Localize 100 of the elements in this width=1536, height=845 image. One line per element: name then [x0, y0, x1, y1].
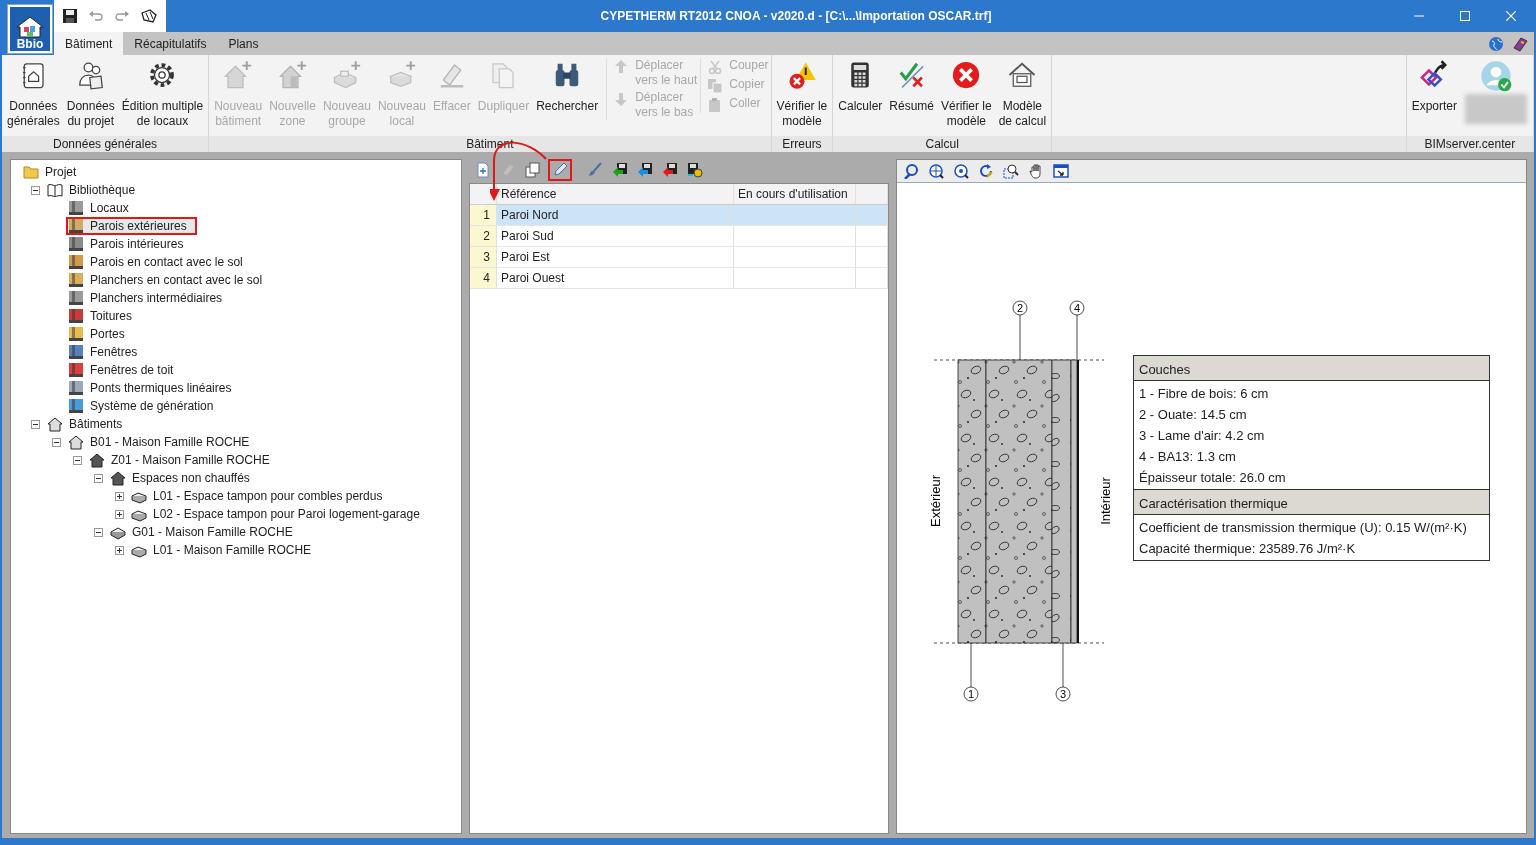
- tree-item[interactable]: G01 - Maison Famille ROCHE: [108, 523, 303, 541]
- tree-item[interactable]: L01 - Maison Famille ROCHE: [129, 541, 322, 559]
- ribbon-button[interactable]: Rechercher: [533, 58, 602, 114]
- table-row[interactable]: 3 Paroi Est: [470, 247, 888, 268]
- tree-item[interactable]: Planchers intermédiaires: [66, 289, 233, 307]
- zoom-extents-icon: [928, 163, 944, 179]
- tree-item[interactable]: Fenêtres de toit: [66, 361, 184, 379]
- ribbon-tab[interactable]: Plans: [217, 32, 270, 55]
- tree-item[interactable]: Toitures: [66, 307, 143, 325]
- ribbon-button[interactable]: Données générales: [4, 58, 63, 129]
- collapse-icon[interactable]: [31, 419, 40, 429]
- collapse-icon[interactable]: [94, 527, 103, 537]
- house-icon: [1007, 60, 1038, 90]
- table-row[interactable]: 2 Paroi Sud: [470, 226, 888, 247]
- window-icon: [1053, 163, 1069, 179]
- floppy-gear-button[interactable]: [685, 160, 705, 180]
- duplicate-button[interactable]: [523, 160, 543, 180]
- tree-item[interactable]: Portes: [66, 325, 135, 343]
- tree-item[interactable]: L01 - Espace tampon pour combles perdus: [129, 487, 393, 505]
- house-icon: [15, 16, 45, 38]
- collapse-icon[interactable]: [52, 437, 61, 447]
- ribbon-button[interactable]: Modèle de calcul: [995, 58, 1050, 129]
- ribbon-button[interactable]: Vérifier le modèle: [938, 58, 995, 129]
- pencil-icon: [552, 162, 568, 178]
- tree-item[interactable]: Bibliothèque: [45, 181, 146, 199]
- category-icon: [68, 308, 84, 324]
- copy-icon: [707, 78, 724, 94]
- tree-item[interactable]: Planchers en contact avec le sol: [66, 271, 273, 289]
- row-number: 3: [470, 247, 497, 267]
- ribbon-button[interactable]: Résumé: [886, 58, 937, 114]
- category-icon: [68, 236, 84, 252]
- column-header[interactable]: Référence: [497, 184, 734, 204]
- tree-item[interactable]: L02 - Espace tampon pour Paroi logement-garage: [129, 505, 430, 523]
- book-icon[interactable]: [1512, 35, 1528, 52]
- ribbon-button[interactable]: Exporter: [1408, 58, 1460, 114]
- tree-item[interactable]: Bâtiments: [45, 415, 133, 433]
- ribbon-tab[interactable]: Récapitulatifs: [123, 32, 218, 55]
- brush-icon: [587, 162, 603, 178]
- collapse-icon[interactable]: [73, 455, 82, 465]
- category-icon: [68, 272, 84, 288]
- callout-number: 1: [967, 688, 975, 700]
- tree-item[interactable]: B01 - Maison Famille ROCHE: [66, 433, 260, 451]
- tree-item[interactable]: Ponts thermiques linéaires: [66, 379, 242, 397]
- legend-line: Épaisseur totale: 26.0 cm: [1139, 469, 1287, 487]
- expand-icon[interactable]: [115, 491, 124, 501]
- table-cell: Paroi Est: [497, 247, 734, 267]
- ribbon-tab[interactable]: Bâtiment: [54, 32, 124, 55]
- callout-number: 4: [1073, 302, 1081, 314]
- tree-item[interactable]: Système de génération: [66, 397, 224, 415]
- tree-item[interactable]: Parois en contact avec le sol: [66, 253, 253, 271]
- exterior-label: Extérieur: [928, 475, 943, 527]
- tree-item[interactable]: Parois extérieures: [66, 217, 197, 235]
- up-arrow-icon: [613, 59, 630, 75]
- column-header[interactable]: En cours d'utilisation: [734, 184, 856, 204]
- app-logo[interactable]: Bbio: [8, 5, 52, 53]
- legend-line: 1 - Fibre de bois: 6 cm: [1139, 385, 1270, 403]
- ribbon-button[interactable]: Édition multiple de locaux: [118, 58, 207, 129]
- expand-icon[interactable]: [115, 545, 124, 555]
- table-row[interactable]: 4 Paroi Ouest: [470, 268, 888, 289]
- category-icon: [68, 380, 84, 396]
- category-icon: [68, 290, 84, 306]
- zoom-extents-button[interactable]: [926, 161, 946, 181]
- callout-leader: [963, 642, 979, 702]
- pencil-button[interactable]: [548, 159, 572, 181]
- redo-icon[interactable]: [114, 8, 130, 24]
- tree-item[interactable]: Espaces non chauffés: [108, 469, 260, 487]
- window-button[interactable]: [1051, 161, 1071, 181]
- collapse-icon[interactable]: [31, 185, 40, 195]
- save-icon[interactable]: [62, 8, 78, 24]
- zoom-window-button[interactable]: [1001, 161, 1021, 181]
- zoom-button[interactable]: [951, 161, 971, 181]
- category-icon: [68, 254, 84, 270]
- floppy-gear-icon: [687, 162, 703, 178]
- user-avatar-icon[interactable]: [1480, 60, 1512, 92]
- undo-icon[interactable]: [88, 8, 104, 24]
- category-icon: [68, 398, 84, 414]
- ribbon-button[interactable]: Vérifier le modèle: [773, 58, 831, 129]
- collapse-icon[interactable]: [94, 473, 103, 483]
- expand-icon[interactable]: [115, 509, 124, 519]
- tree-item[interactable]: Z01 - Maison Famille ROCHE: [87, 451, 280, 469]
- close-icon: [1506, 11, 1516, 21]
- house-plus-icon: [277, 60, 308, 90]
- book-icon: [47, 183, 63, 197]
- tree-item[interactable]: Fenêtres: [66, 343, 148, 361]
- house-icon: [47, 416, 63, 432]
- ribbon-button[interactable]: Calculer: [835, 58, 886, 114]
- legend-line: 4 - BA13: 1.3 cm: [1139, 448, 1237, 466]
- ribbon-button[interactable]: Données du projet: [63, 58, 118, 129]
- ribbon-group-label: BIMserver.center: [1406, 136, 1533, 152]
- folder-icon: [23, 165, 39, 179]
- tool-icon[interactable]: [140, 8, 158, 24]
- duplicate-icon: [525, 162, 541, 178]
- tree-item[interactable]: Projet: [21, 163, 87, 181]
- export-icon: [1419, 60, 1450, 90]
- table-row[interactable]: 1 Paroi Nord: [470, 205, 888, 226]
- globe-icon[interactable]: [1488, 35, 1504, 52]
- tree-item[interactable]: Parois intérieures: [66, 235, 194, 253]
- table-cell: Paroi Sud: [497, 226, 734, 246]
- tree-item[interactable]: Locaux: [66, 199, 139, 217]
- row-number: 4: [470, 268, 497, 288]
